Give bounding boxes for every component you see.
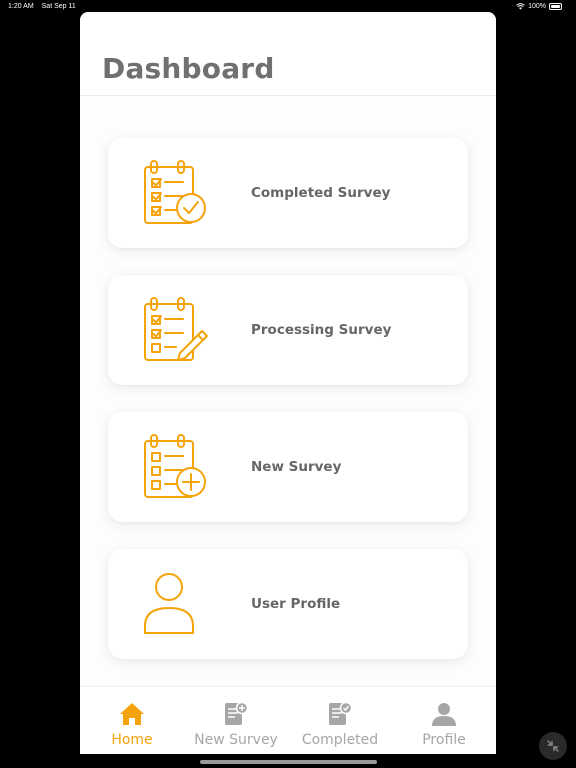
tab-home[interactable]: Home	[80, 687, 184, 754]
battery-icon	[549, 3, 562, 10]
new-survey-card[interactable]: New Survey	[108, 412, 468, 522]
completed-icon	[329, 701, 353, 725]
status-time: 1:20 AM	[8, 3, 34, 10]
home-icon	[120, 703, 144, 725]
tab-new-survey-label: New Survey	[194, 732, 278, 748]
tab-completed[interactable]: Completed	[288, 687, 392, 754]
processing-survey-label: Processing Survey	[251, 322, 392, 338]
page-title: Dashboard	[102, 52, 275, 85]
tab-profile[interactable]: Profile	[392, 687, 496, 754]
processing-survey-card[interactable]: Processing Survey	[108, 275, 468, 385]
dashboard-sheet: Dashboard Completed Survey Processing Su…	[80, 12, 496, 754]
tab-profile-label: Profile	[422, 732, 466, 748]
home-indicator	[200, 760, 377, 764]
tab-bar: Home New Survey Completed Profile	[80, 686, 496, 754]
header: Dashboard	[80, 12, 496, 96]
user-profile-label: User Profile	[251, 596, 341, 612]
user-profile-card[interactable]: User Profile	[108, 549, 468, 659]
new-survey-label: New Survey	[251, 459, 342, 475]
clipboard-check-icon	[144, 160, 206, 224]
new-survey-icon	[225, 701, 249, 725]
shrink-window-button[interactable]	[539, 732, 567, 760]
shrink-arrows-icon	[547, 740, 559, 752]
status-date: Sat Sep 11	[41, 3, 76, 10]
clipboard-add-icon	[144, 434, 206, 498]
completed-survey-card[interactable]: Completed Survey	[108, 138, 468, 248]
clipboard-edit-icon	[144, 297, 208, 361]
tab-completed-label: Completed	[301, 732, 379, 748]
battery-percentage: 100%	[528, 3, 546, 10]
dashboard-content: Completed Survey Processing Survey New S…	[80, 96, 496, 686]
tab-home-label: Home	[111, 732, 153, 748]
user-icon	[144, 573, 194, 634]
profile-icon	[432, 703, 456, 726]
completed-survey-label: Completed Survey	[251, 185, 391, 201]
wifi-icon	[516, 3, 525, 10]
tab-new-survey[interactable]: New Survey	[184, 687, 288, 754]
